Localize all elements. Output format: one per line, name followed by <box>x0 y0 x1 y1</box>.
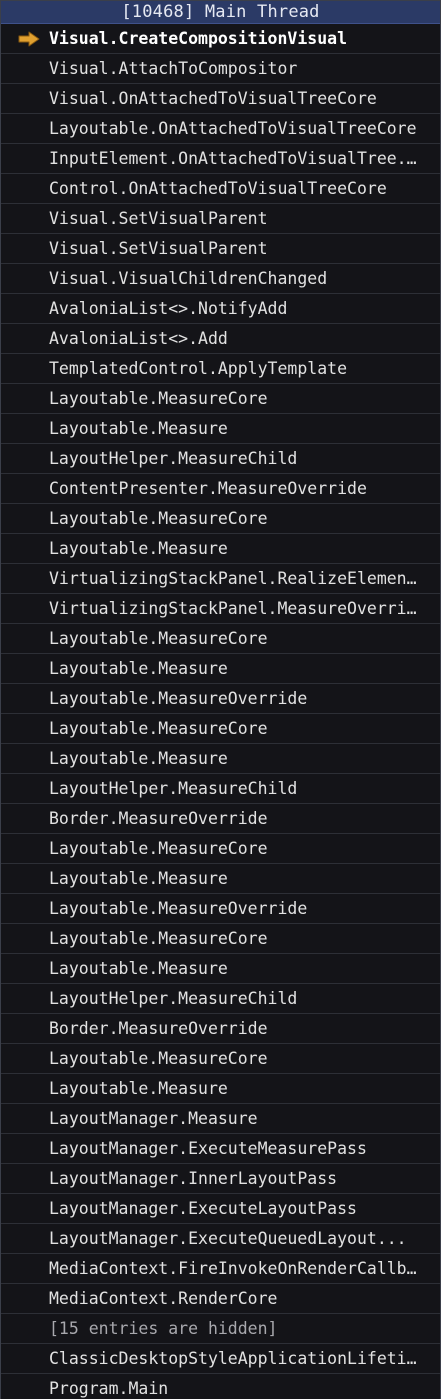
stack-frame-row[interactable]: Layoutable.Measure <box>1 654 440 684</box>
frame-label: Visual.CreateCompositionVisual <box>49 29 348 48</box>
call-stack-list: Visual.CreateCompositionVisual Visual.Att… <box>1 24 440 1399</box>
current-frame-arrow-icon <box>18 31 40 47</box>
call-stack-panel: [10468] Main Thread Visual.CreateComposi… <box>0 0 441 1399</box>
stack-frame-row[interactable]: Layoutable.Measure <box>1 414 440 444</box>
frame-label: Layoutable.OnAttachedToVisualTreeCore <box>49 119 417 138</box>
stack-frame-row[interactable]: Layoutable.MeasureCore <box>1 384 440 414</box>
frame-label: VirtualizingStackPanel.RealizeElements <box>49 569 419 588</box>
frame-label: ContentPresenter.MeasureOverride <box>49 479 367 498</box>
frame-label: AvaloniaList<>.NotifyAdd <box>49 299 288 318</box>
frame-label: Layoutable.Measure <box>49 869 228 888</box>
frame-label: Layoutable.Measure <box>49 1079 228 1098</box>
current-stack-frame[interactable]: Visual.CreateCompositionVisual <box>1 24 440 54</box>
frame-label: Layoutable.MeasureCore <box>49 629 268 648</box>
frame-label: LayoutHelper.MeasureChild <box>49 989 298 1008</box>
stack-frame-row[interactable]: LayoutManager.ExecuteMeasurePass <box>1 1134 440 1164</box>
frame-label: Layoutable.MeasureOverride <box>49 689 308 708</box>
stack-frame-row[interactable]: Layoutable.Measure <box>1 534 440 564</box>
stack-frame-row[interactable]: TemplatedControl.ApplyTemplate <box>1 354 440 384</box>
frame-label: MediaContext.FireInvokeOnRenderCallb... <box>49 1259 419 1278</box>
thread-header: [10468] Main Thread <box>1 1 440 24</box>
stack-frame-row[interactable]: Layoutable.Measure <box>1 1074 440 1104</box>
frame-label: LayoutHelper.MeasureChild <box>49 449 298 468</box>
frame-label: Layoutable.Measure <box>49 539 228 558</box>
stack-frame-row[interactable]: ContentPresenter.MeasureOverride <box>1 474 440 504</box>
stack-frame-row[interactable]: Layoutable.MeasureCore <box>1 1044 440 1074</box>
frame-label: Layoutable.MeasureOverride <box>49 899 308 918</box>
frame-label: Layoutable.Measure <box>49 749 228 768</box>
frame-label: LayoutHelper.MeasureChild <box>49 779 298 798</box>
stack-frame-row[interactable]: Layoutable.Measure <box>1 744 440 774</box>
stack-frame-row[interactable]: Layoutable.MeasureOverride <box>1 684 440 714</box>
frame-label: Visual.AttachToCompositor <box>49 59 298 78</box>
frame-label: Visual.OnAttachedToVisualTreeCore <box>49 89 377 108</box>
stack-frame-row[interactable]: Visual.AttachToCompositor <box>1 54 440 84</box>
stack-frame-row[interactable]: Layoutable.MeasureCore <box>1 924 440 954</box>
frame-label: VirtualizingStackPanel.MeasureOverride <box>49 599 419 618</box>
stack-frame-row[interactable]: Layoutable.Measure <box>1 864 440 894</box>
stack-frame-row[interactable]: LayoutHelper.MeasureChild <box>1 444 440 474</box>
frame-label: Border.MeasureOverride <box>49 809 268 828</box>
frame-label: Visual.VisualChildrenChanged <box>49 269 328 288</box>
stack-frame-row[interactable]: Visual.OnAttachedToVisualTreeCore <box>1 84 440 114</box>
stack-frame-row[interactable]: MediaContext.FireInvokeOnRenderCallb... <box>1 1254 440 1284</box>
frame-label: AvaloniaList<>.Add <box>49 329 228 348</box>
stack-frame-row[interactable]: LayoutManager.ExecuteLayoutPass <box>1 1194 440 1224</box>
stack-frame-row[interactable]: LayoutHelper.MeasureChild <box>1 984 440 1014</box>
stack-frame-row[interactable]: Visual.VisualChildrenChanged <box>1 264 440 294</box>
stack-frame-row[interactable]: AvaloniaList<>.Add <box>1 324 440 354</box>
stack-frame-row[interactable]: Layoutable.MeasureCore <box>1 714 440 744</box>
stack-frame-row[interactable]: Border.MeasureOverride <box>1 1014 440 1044</box>
frame-label: Layoutable.Measure <box>49 959 228 978</box>
stack-frame-row[interactable]: ClassicDesktopStyleApplicationLifetim... <box>1 1344 440 1374</box>
frame-label: LayoutManager.Measure <box>49 1109 258 1128</box>
stack-frame-row[interactable]: Layoutable.MeasureCore <box>1 834 440 864</box>
stack-frame-row[interactable]: LayoutManager.Measure <box>1 1104 440 1134</box>
stack-frame-row[interactable]: LayoutHelper.MeasureChild <box>1 774 440 804</box>
frame-label: Layoutable.MeasureCore <box>49 839 268 858</box>
stack-frame-row[interactable]: InputElement.OnAttachedToVisualTree... <box>1 144 440 174</box>
frame-label: Visual.SetVisualParent <box>49 239 268 258</box>
frame-label: Layoutable.MeasureCore <box>49 509 268 528</box>
hidden-entries-row[interactable]: [15 entries are hidden] <box>1 1314 440 1344</box>
stack-frame-row[interactable]: Visual.SetVisualParent <box>1 204 440 234</box>
stack-frame-row[interactable]: LayoutManager.ExecuteQueuedLayout... <box>1 1224 440 1254</box>
frame-label: LayoutManager.ExecuteLayoutPass <box>49 1199 357 1218</box>
frame-label: Layoutable.Measure <box>49 659 228 678</box>
stack-frame-row[interactable]: Visual.SetVisualParent <box>1 234 440 264</box>
frame-label: LayoutManager.InnerLayoutPass <box>49 1169 338 1188</box>
frame-label: Layoutable.MeasureCore <box>49 389 268 408</box>
stack-frame-row[interactable]: Border.MeasureOverride <box>1 804 440 834</box>
frame-label: Program.Main <box>49 1379 169 1398</box>
frame-label: Layoutable.MeasureCore <box>49 1049 268 1068</box>
stack-frame-row[interactable]: Layoutable.OnAttachedToVisualTreeCore <box>1 114 440 144</box>
frame-label: LayoutManager.ExecuteQueuedLayout... <box>49 1229 407 1248</box>
frame-label: Visual.SetVisualParent <box>49 209 268 228</box>
frame-label: LayoutManager.ExecuteMeasurePass <box>49 1139 367 1158</box>
frame-label: Layoutable.MeasureCore <box>49 929 268 948</box>
frame-label: Control.OnAttachedToVisualTreeCore <box>49 179 387 198</box>
stack-frame-row[interactable]: Control.OnAttachedToVisualTreeCore <box>1 174 440 204</box>
stack-frame-row[interactable]: LayoutManager.InnerLayoutPass <box>1 1164 440 1194</box>
frame-label: ClassicDesktopStyleApplicationLifetim... <box>49 1349 419 1368</box>
stack-frame-row[interactable]: VirtualizingStackPanel.RealizeElements <box>1 564 440 594</box>
frame-label: [15 entries are hidden] <box>49 1319 278 1338</box>
frame-label: MediaContext.RenderCore <box>49 1289 278 1308</box>
frame-label: Layoutable.Measure <box>49 419 228 438</box>
stack-frame-row[interactable]: VirtualizingStackPanel.MeasureOverride <box>1 594 440 624</box>
stack-frame-row[interactable]: Layoutable.MeasureCore <box>1 624 440 654</box>
stack-frame-row[interactable]: AvaloniaList<>.NotifyAdd <box>1 294 440 324</box>
stack-frame-row[interactable]: Layoutable.Measure <box>1 954 440 984</box>
frame-label: Layoutable.MeasureCore <box>49 719 268 738</box>
stack-frame-row[interactable]: MediaContext.RenderCore <box>1 1284 440 1314</box>
stack-frame-row[interactable]: Layoutable.MeasureOverride <box>1 894 440 924</box>
frame-label: InputElement.OnAttachedToVisualTree... <box>49 149 419 168</box>
frame-label: TemplatedControl.ApplyTemplate <box>49 359 348 378</box>
frame-label: Border.MeasureOverride <box>49 1019 268 1038</box>
stack-frame-row[interactable]: Program.Main <box>1 1374 440 1399</box>
stack-frame-row[interactable]: Layoutable.MeasureCore <box>1 504 440 534</box>
